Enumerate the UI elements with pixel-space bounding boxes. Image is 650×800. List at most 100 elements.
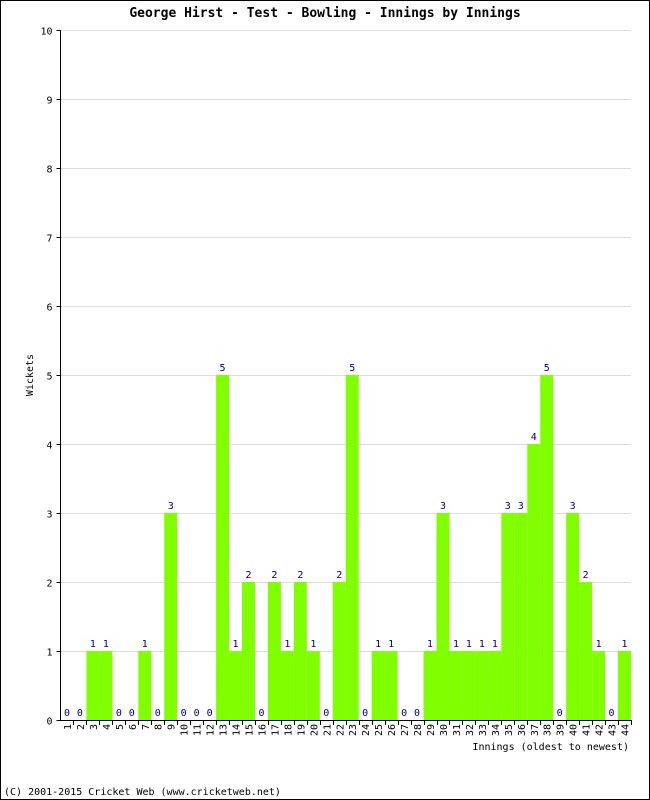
bar [293, 582, 307, 720]
data-label: 1 [596, 639, 602, 650]
data-label: 0 [557, 708, 563, 719]
x-tick-label: 28 [413, 724, 424, 736]
x-tick-label: 25 [374, 724, 385, 736]
bar [384, 651, 398, 720]
bar [306, 651, 320, 720]
bar [229, 651, 243, 720]
y-tick-label: 2 [46, 579, 52, 590]
x-tick-label: 21 [322, 724, 333, 736]
bar [280, 651, 294, 720]
data-label: 5 [349, 363, 355, 374]
y-axis-label: Wickets [25, 354, 36, 396]
bar [371, 651, 385, 720]
bar [99, 651, 113, 720]
y-tick-label: 8 [46, 165, 52, 176]
bar [436, 513, 450, 720]
x-tick-label: 40 [569, 724, 580, 736]
data-label: 0 [323, 708, 329, 719]
data-label: 0 [116, 708, 122, 719]
data-label: 0 [258, 708, 264, 719]
x-tick-label: 8 [154, 724, 165, 730]
x-tick-label: 3 [89, 724, 100, 730]
bar [423, 651, 437, 720]
x-tick-label: 10 [180, 724, 191, 736]
y-tick-label: 7 [46, 234, 52, 245]
data-label: 1 [233, 639, 239, 650]
data-label: 2 [271, 570, 277, 581]
data-label: 3 [505, 501, 511, 512]
bar [579, 582, 593, 720]
data-label: 0 [414, 708, 420, 719]
bar [86, 651, 100, 720]
y-tick-label: 5 [46, 372, 52, 383]
x-tick-label: 2 [76, 724, 87, 730]
x-tick-label: 13 [219, 724, 230, 736]
bar [332, 582, 346, 720]
data-label: 5 [220, 363, 226, 374]
bar [592, 651, 606, 720]
x-tick-label: 5 [115, 724, 126, 730]
x-tick-label: 7 [141, 724, 152, 730]
data-label: 0 [155, 708, 161, 719]
bar [449, 651, 463, 720]
data-label: 1 [90, 639, 96, 650]
data-label: 0 [609, 708, 615, 719]
y-tick-label: 4 [46, 441, 52, 452]
data-label: 0 [77, 708, 83, 719]
x-tick-label: 9 [167, 724, 178, 730]
x-tick-label: 30 [439, 724, 450, 736]
x-tick-label: 18 [283, 724, 294, 736]
x-tick-label: 35 [504, 724, 515, 736]
bar [462, 651, 476, 720]
bar [242, 582, 255, 720]
x-tick-label: 31 [452, 724, 463, 736]
x-tick-label: 15 [245, 724, 256, 736]
x-tick-label: 27 [400, 724, 411, 736]
y-tick-label: 6 [46, 303, 52, 314]
x-tick-label: 24 [361, 724, 372, 736]
data-label: 0 [181, 708, 187, 719]
x-tick-label: 19 [296, 724, 307, 736]
bar [514, 513, 528, 720]
y-tick-label: 9 [46, 96, 52, 107]
x-axis-label: Innings (oldest to newest) [472, 742, 629, 753]
bar-chart: George Hirst - Test - Bowling - Innings … [0, 0, 650, 800]
chart-container: George Hirst - Test - Bowling - Innings … [0, 0, 650, 800]
x-tick-label: 22 [335, 724, 346, 736]
data-label: 2 [336, 570, 342, 581]
data-label: 2 [583, 570, 589, 581]
x-tick-label: 4 [102, 724, 113, 730]
data-label: 2 [245, 570, 251, 581]
x-tick-label: 44 [621, 724, 632, 736]
x-tick-label: 12 [206, 724, 217, 736]
data-label: 1 [453, 639, 459, 650]
x-tick-label: 26 [387, 724, 398, 736]
data-label: 1 [284, 639, 290, 650]
x-tick-label: 42 [595, 724, 606, 736]
x-tick-label: 23 [348, 724, 359, 736]
x-tick-label: 6 [128, 724, 139, 730]
data-label: 1 [310, 639, 316, 650]
x-tick-label: 32 [465, 724, 476, 736]
x-tick-label: 17 [270, 724, 281, 736]
x-tick-label: 41 [582, 724, 593, 736]
bar [345, 375, 359, 720]
bar [216, 375, 230, 720]
data-label: 0 [64, 708, 70, 719]
data-label: 1 [492, 639, 498, 650]
x-tick-label: 43 [608, 724, 619, 736]
x-tick-label: 1 [63, 724, 74, 730]
bar [488, 651, 502, 720]
x-tick-label: 33 [478, 724, 489, 736]
y-tick-label: 3 [46, 510, 52, 521]
data-label: 0 [129, 708, 135, 719]
data-label: 3 [570, 501, 576, 512]
data-label: 0 [194, 708, 200, 719]
bar [138, 651, 152, 720]
data-label: 1 [375, 639, 381, 650]
chart-title: George Hirst - Test - Bowling - Innings … [129, 6, 520, 21]
bar [618, 651, 631, 720]
data-label: 3 [440, 501, 446, 512]
data-label: 1 [142, 639, 148, 650]
y-tick-label: 1 [46, 648, 52, 659]
